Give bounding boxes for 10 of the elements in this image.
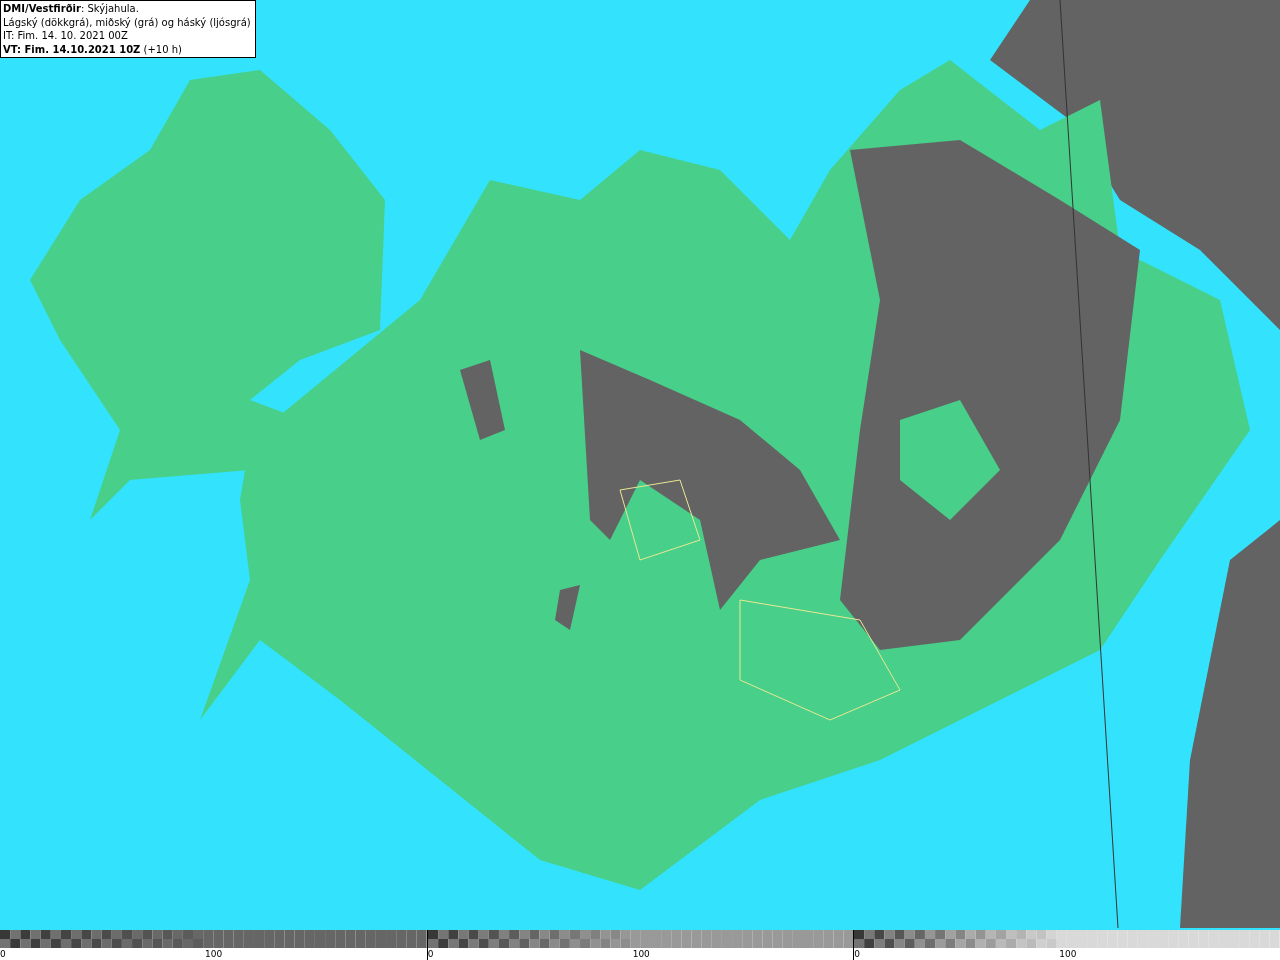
scale-label: 100 [1059, 948, 1077, 960]
scale-label: 0 [854, 948, 861, 960]
scale-label: 100 [632, 948, 650, 960]
scale-label: 0 [0, 948, 6, 960]
info-line: DMI/Vestfirðir: Skýjahula. [3, 2, 140, 16]
scale-label: 100 [205, 948, 223, 960]
info-line: IT: Fim. 14. 10. 2021 00Z [3, 29, 129, 43]
info-line: VT: Fim. 14.10.2021 10Z (+10 h) [3, 42, 183, 56]
info-line: Lágský (dökkgrá), miðský (grá) og háský (ljósgrá) [3, 15, 252, 29]
scale-label: 0 [427, 948, 434, 960]
